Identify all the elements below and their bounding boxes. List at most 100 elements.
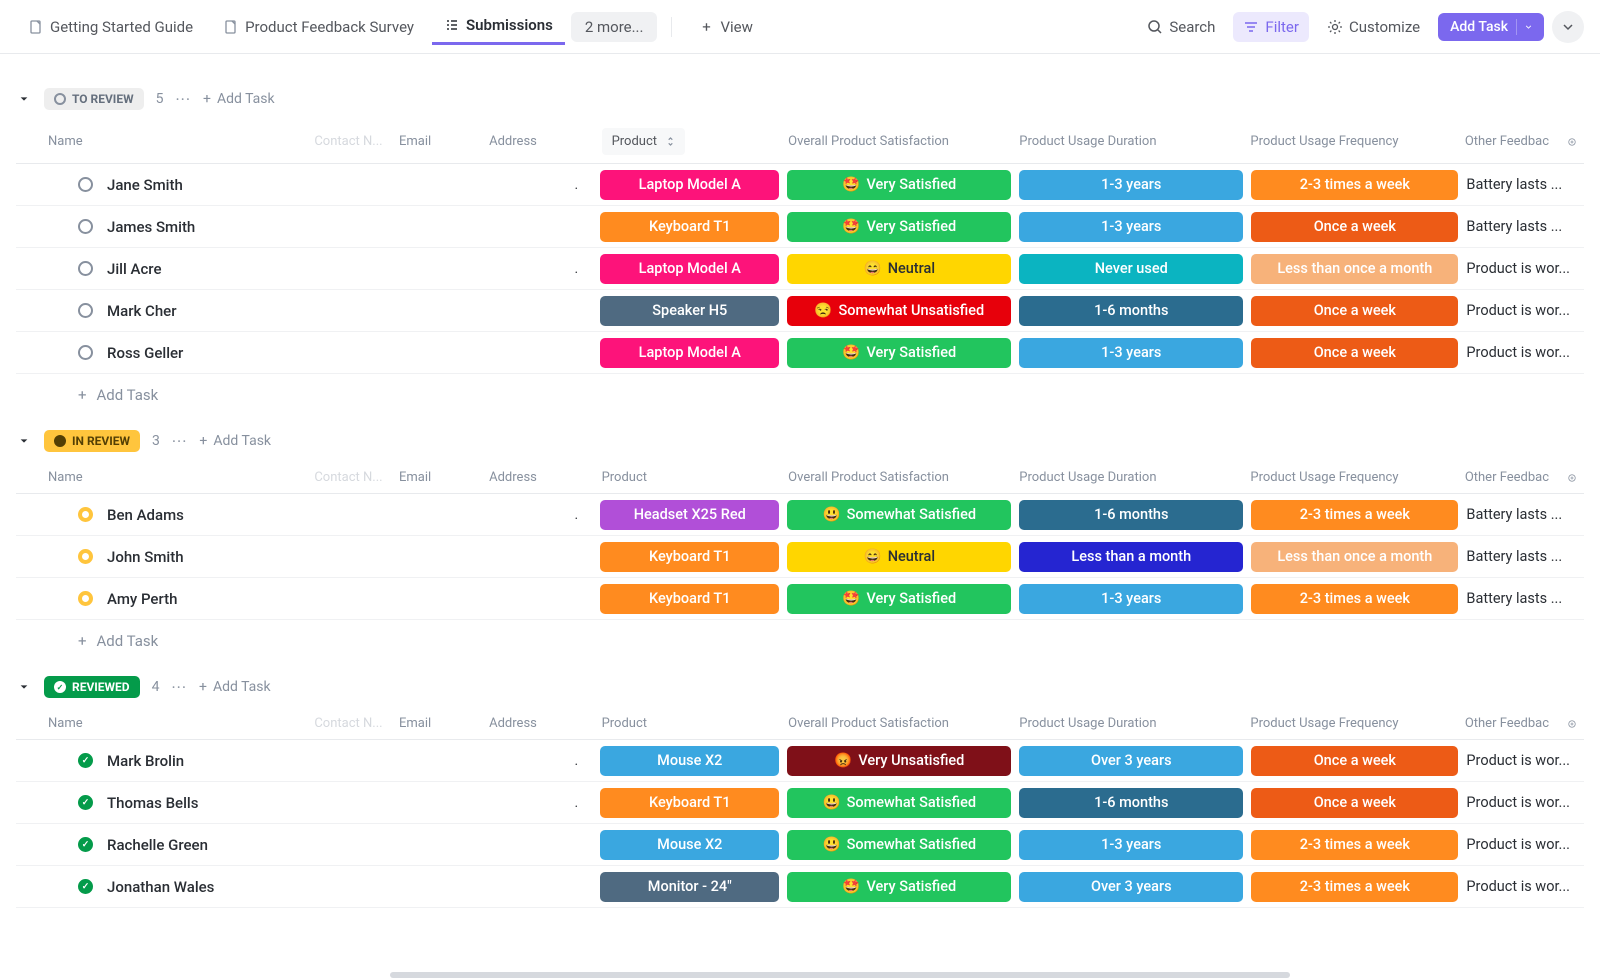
column-product[interactable]: Product: [594, 716, 781, 731]
add-column-button[interactable]: [1560, 716, 1584, 731]
cell-duration[interactable]: 1-6 months: [1015, 500, 1247, 530]
column-contact[interactable]: Contact N...: [306, 470, 391, 485]
tag-chip[interactable]: 🤩Very Satisfied: [787, 212, 1011, 242]
cell-duration[interactable]: 1-6 months: [1015, 296, 1247, 326]
column-duration[interactable]: Product Usage Duration: [1011, 128, 1242, 155]
column-feedback[interactable]: Other Feedbac: [1457, 470, 1560, 485]
cell-frequency[interactable]: 2-3 times a week: [1247, 872, 1462, 902]
cell-feedback[interactable]: Product is wor...: [1462, 794, 1584, 811]
cell-feedback[interactable]: Product is wor...: [1462, 836, 1584, 853]
horizontal-scrollbar[interactable]: [390, 972, 1290, 978]
tag-chip[interactable]: 1-3 years: [1019, 584, 1243, 614]
cell-satisfaction[interactable]: 😡Very Unsatisfied: [783, 746, 1015, 776]
cell-frequency[interactable]: 2-3 times a week: [1247, 170, 1462, 200]
cell-frequency[interactable]: 2-3 times a week: [1247, 500, 1462, 530]
column-satisfaction[interactable]: Overall Product Satisfaction: [780, 716, 1011, 731]
group-collapse-toggle[interactable]: [16, 91, 32, 107]
tag-chip[interactable]: 😃Somewhat Satisfied: [787, 830, 1011, 860]
table-row[interactable]: Mark Cher Speaker H5 😒Somewhat Unsatisfi…: [16, 290, 1584, 332]
cell-product[interactable]: Keyboard T1: [596, 788, 783, 818]
tag-chip[interactable]: 🤩Very Satisfied: [787, 170, 1011, 200]
tag-chip[interactable]: 😄Neutral: [787, 254, 1011, 284]
cell-duration[interactable]: Over 3 years: [1015, 746, 1247, 776]
cell-product[interactable]: Laptop Model A: [596, 254, 783, 284]
tag-chip[interactable]: Once a week: [1251, 296, 1458, 326]
status-pill[interactable]: IN REVIEW: [44, 430, 140, 452]
table-row[interactable]: ✓Jonathan Wales Monitor - 24" 🤩Very Sati…: [16, 866, 1584, 908]
tag-chip[interactable]: 2-3 times a week: [1251, 872, 1458, 902]
status-pill[interactable]: ✓REVIEWED: [44, 676, 140, 698]
inline-add-task[interactable]: +Add Task: [16, 374, 1584, 408]
cell-frequency[interactable]: Once a week: [1247, 788, 1462, 818]
cell-duration[interactable]: 1-3 years: [1015, 170, 1247, 200]
tag-chip[interactable]: 😡Very Unsatisfied: [787, 746, 1011, 776]
cell-address[interactable]: .: [483, 795, 596, 811]
cell-feedback[interactable]: Product is wor...: [1462, 878, 1584, 895]
search-button[interactable]: Search: [1137, 12, 1225, 42]
tag-chip[interactable]: Never used: [1019, 254, 1243, 284]
table-row[interactable]: ✓Thomas Bells . Keyboard T1 😃Somewhat Sa…: [16, 782, 1584, 824]
cell-frequency[interactable]: 2-3 times a week: [1247, 830, 1462, 860]
tag-chip[interactable]: Once a week: [1251, 788, 1458, 818]
cell-product[interactable]: Mouse X2: [596, 830, 783, 860]
column-frequency[interactable]: Product Usage Frequency: [1242, 470, 1456, 485]
cell-frequency[interactable]: Once a week: [1247, 746, 1462, 776]
column-duration[interactable]: Product Usage Duration: [1011, 470, 1242, 485]
cell-duration[interactable]: Less than a month: [1015, 542, 1247, 572]
cell-satisfaction[interactable]: 🤩Very Satisfied: [783, 338, 1015, 368]
column-email[interactable]: Email: [391, 470, 481, 485]
table-row[interactable]: Amy Perth Keyboard T1 🤩Very Satisfied 1-…: [16, 578, 1584, 620]
cell-frequency[interactable]: Once a week: [1247, 338, 1462, 368]
table-row[interactable]: John Smith Keyboard T1 😄Neutral Less tha…: [16, 536, 1584, 578]
column-product[interactable]: Product: [594, 470, 781, 485]
cell-satisfaction[interactable]: 😃Somewhat Satisfied: [783, 830, 1015, 860]
tag-chip[interactable]: Laptop Model A: [600, 254, 779, 284]
cell-duration[interactable]: Never used: [1015, 254, 1247, 284]
column-name[interactable]: Name: [16, 128, 306, 155]
cell-address[interactable]: .: [483, 753, 596, 769]
tag-chip[interactable]: 1-3 years: [1019, 170, 1243, 200]
column-feedback[interactable]: Other Feedbac: [1457, 716, 1560, 731]
column-name[interactable]: Name: [16, 716, 306, 731]
table-row[interactable]: James Smith Keyboard T1 🤩Very Satisfied …: [16, 206, 1584, 248]
cell-duration[interactable]: 1-3 years: [1015, 584, 1247, 614]
cell-frequency[interactable]: Less than once a month: [1247, 254, 1462, 284]
column-contact[interactable]: Contact N...: [306, 128, 391, 155]
cell-feedback[interactable]: Battery lasts ...: [1462, 590, 1584, 607]
tag-chip[interactable]: Laptop Model A: [600, 338, 779, 368]
cell-name[interactable]: ✓Thomas Bells: [16, 794, 309, 812]
tag-chip[interactable]: 😃Somewhat Satisfied: [787, 788, 1011, 818]
tag-chip[interactable]: Keyboard T1: [600, 584, 779, 614]
group-more-menu[interactable]: ···: [175, 90, 191, 109]
cell-feedback[interactable]: Product is wor...: [1462, 752, 1584, 769]
tag-chip[interactable]: 🤩Very Satisfied: [787, 338, 1011, 368]
tag-chip[interactable]: 1-6 months: [1019, 296, 1243, 326]
tag-chip[interactable]: 2-3 times a week: [1251, 170, 1458, 200]
cell-product[interactable]: Laptop Model A: [596, 170, 783, 200]
tag-chip[interactable]: Monitor - 24": [600, 872, 779, 902]
tag-chip[interactable]: Speaker H5: [600, 296, 779, 326]
cell-satisfaction[interactable]: 😒Somewhat Unsatisfied: [783, 296, 1015, 326]
tag-chip[interactable]: Once a week: [1251, 212, 1458, 242]
cell-duration[interactable]: 1-3 years: [1015, 212, 1247, 242]
column-product[interactable]: Product: [594, 128, 781, 155]
cell-product[interactable]: Keyboard T1: [596, 542, 783, 572]
table-row[interactable]: ✓Rachelle Green Mouse X2 😃Somewhat Satis…: [16, 824, 1584, 866]
group-more-menu[interactable]: ···: [171, 678, 187, 697]
group-more-menu[interactable]: ···: [172, 432, 188, 451]
column-satisfaction[interactable]: Overall Product Satisfaction: [780, 470, 1011, 485]
tag-chip[interactable]: 🤩Very Satisfied: [787, 872, 1011, 902]
add-view-button[interactable]: + View: [686, 10, 764, 44]
tag-chip[interactable]: Keyboard T1: [600, 212, 779, 242]
column-feedback[interactable]: Other Feedbac: [1457, 128, 1560, 155]
tag-chip[interactable]: 2-3 times a week: [1251, 584, 1458, 614]
column-email[interactable]: Email: [391, 128, 481, 155]
column-address[interactable]: Address: [481, 128, 593, 155]
tag-chip[interactable]: Keyboard T1: [600, 542, 779, 572]
cell-feedback[interactable]: Product is wor...: [1462, 344, 1584, 361]
cell-duration[interactable]: 1-3 years: [1015, 338, 1247, 368]
tag-chip[interactable]: Less than once a month: [1251, 542, 1458, 572]
column-email[interactable]: Email: [391, 716, 481, 731]
table-row[interactable]: ✓Mark Brolin . Mouse X2 😡Very Unsatisfie…: [16, 740, 1584, 782]
tag-chip[interactable]: Less than once a month: [1251, 254, 1458, 284]
